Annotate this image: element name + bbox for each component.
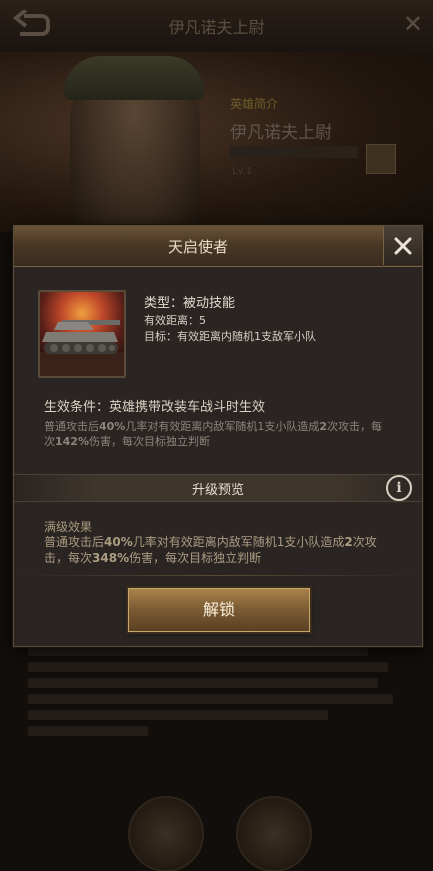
rank-button[interactable]	[128, 796, 204, 871]
close-icon	[394, 237, 412, 254]
hero-banner	[0, 52, 433, 232]
close-button[interactable]	[383, 226, 422, 265]
skill-target: 目标：有效距离内随机1支敌军小队	[144, 330, 316, 343]
hero-level: Lv.1	[232, 166, 253, 177]
max-level-label: 满级效果	[44, 520, 93, 534]
info-icon[interactable]: i	[386, 475, 412, 501]
effect-description: 普通攻击后40%几率对有效距离内敌军随机1支小队造成2次攻击，每次142%伤害，…	[44, 420, 382, 448]
hero-bio-text	[28, 640, 403, 742]
dialog-header: 天启使者	[14, 226, 422, 267]
unlock-button[interactable]: 解锁	[128, 588, 310, 632]
tank-skill-icon	[38, 290, 126, 378]
hero-name: 伊凡诺夫上尉	[230, 123, 332, 143]
skill-range: 有效距离：5	[144, 314, 206, 327]
skill-dialog: 天启使者 类型：被动技能 有效距离：5 目标：有效距离内随机1支敌军小队 生效条…	[13, 225, 423, 647]
effect-condition: 生效条件：英雄携带改装车战斗时生效	[44, 400, 266, 415]
gear-button[interactable]	[236, 796, 312, 871]
divider	[20, 575, 416, 576]
max-level-description: 普通攻击后40%几率对有效距离内敌军随机1支小队造成2次攻击，每次348%伤害，…	[44, 535, 377, 565]
hero-cap-image	[64, 56, 204, 100]
upgrade-preview-bar: 升级预览	[14, 474, 422, 502]
skill-type: 类型：被动技能	[144, 296, 236, 311]
hero-intro-label: 英雄简介	[230, 97, 279, 111]
hero-exp-bar	[230, 146, 358, 158]
screen-close-icon[interactable]: ✕	[403, 10, 423, 38]
hero-add-button[interactable]	[366, 144, 396, 174]
screen-title: 伊凡诺夫上尉	[168, 18, 265, 37]
top-bar: 伊凡诺夫上尉 ✕	[0, 0, 433, 53]
dialog-title: 天启使者	[167, 238, 228, 256]
upgrade-preview-label: 升级预览	[191, 483, 244, 498]
